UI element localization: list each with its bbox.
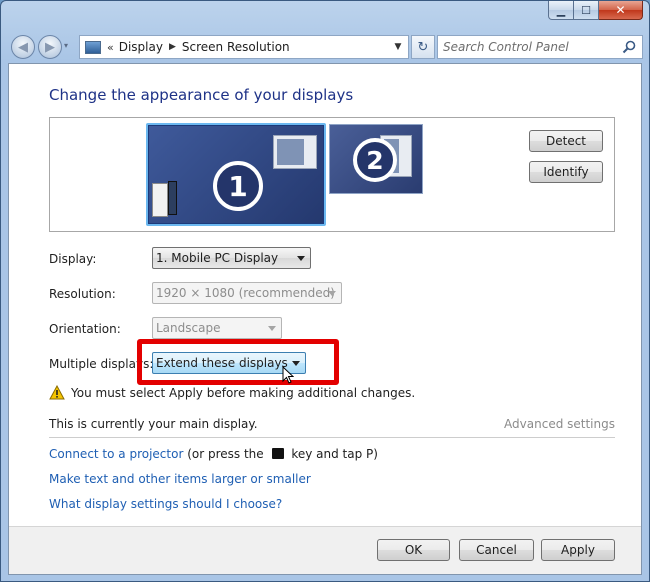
identify-button[interactable]: Identify: [529, 161, 603, 183]
detect-button[interactable]: Detect: [529, 130, 603, 152]
apply-button[interactable]: Apply: [541, 539, 615, 561]
display-settings-help-link[interactable]: What display settings should I choose?: [49, 497, 282, 511]
mouse-cursor-icon: [282, 366, 294, 384]
divider: [49, 437, 615, 438]
projector-hint-prefix: (or press the: [187, 447, 264, 461]
warning-icon: [49, 385, 65, 400]
breadcrumb-separator-icon[interactable]: ▶: [169, 42, 176, 52]
projector-row: Connect to a projector (or press the key…: [49, 447, 378, 461]
monitor-1[interactable]: 1: [146, 123, 326, 226]
display-label: Display:: [49, 252, 97, 266]
minimize-button[interactable]: ▁: [548, 1, 574, 20]
main-display-note: This is currently your main display.: [49, 417, 258, 431]
resolution-select-value: 1920 × 1080 (recommended): [156, 286, 335, 300]
content-pane: Change the appearance of your displays 1…: [8, 63, 642, 575]
orientation-select[interactable]: Landscape: [152, 317, 282, 339]
refresh-button[interactable]: ↻: [411, 35, 435, 59]
breadcrumb-display[interactable]: Display: [119, 40, 163, 54]
resolution-label: Resolution:: [49, 287, 116, 301]
desktop-sidebar-thumbnail: [168, 181, 177, 215]
forward-button[interactable]: ▶: [38, 35, 62, 59]
search-icon[interactable]: [622, 40, 636, 54]
maximize-button[interactable]: ☐: [574, 1, 599, 20]
navigation-bar: ◀ ▶ ▾ « Display ▶ Screen Resolution ▼ ↻ …: [9, 33, 643, 60]
text-size-link[interactable]: Make text and other items larger or smal…: [49, 472, 311, 486]
search-placeholder: Search Control Panel: [443, 40, 569, 54]
resolution-select[interactable]: 1920 × 1080 (recommended): [152, 282, 342, 304]
close-button[interactable]: ✕: [599, 1, 643, 20]
page-title: Change the appearance of your displays: [49, 86, 354, 104]
display-select[interactable]: 1. Mobile PC Display: [152, 247, 311, 269]
monitor-2[interactable]: 2: [329, 124, 423, 194]
projector-hint-suffix: key and tap P): [291, 447, 378, 461]
apply-warning-text: You must select Apply before making addi…: [71, 386, 416, 400]
connect-projector-link[interactable]: Connect to a projector: [49, 447, 183, 461]
chevron-down-icon: [328, 291, 336, 296]
display-select-value: 1. Mobile PC Display: [156, 251, 279, 265]
cancel-button[interactable]: Cancel: [459, 539, 534, 561]
monitor-arrangement: 1 2 Detect Identify: [49, 117, 615, 232]
orientation-select-value: Landscape: [156, 321, 221, 335]
monitor-number-badge: 2: [353, 138, 397, 182]
dialog-button-bar: OK Cancel Apply: [9, 526, 641, 574]
breadcrumb-screen-resolution[interactable]: Screen Resolution: [182, 40, 290, 54]
chevron-down-icon: [268, 326, 276, 331]
highlight-box: [137, 339, 339, 385]
recent-pages-dropdown[interactable]: ▾: [64, 41, 68, 50]
desktop-window-thumbnail: [273, 135, 317, 169]
orientation-label: Orientation:: [49, 322, 121, 336]
desktop-window-thumbnail: [152, 183, 168, 217]
back-button[interactable]: ◀: [11, 35, 35, 59]
windows-key-icon: [271, 448, 284, 459]
advanced-settings-link[interactable]: Advanced settings: [504, 417, 615, 431]
chevron-down-icon: [297, 256, 305, 261]
monitor-number-badge: 1: [213, 161, 263, 211]
search-input[interactable]: Search Control Panel: [437, 35, 643, 59]
ok-button[interactable]: OK: [377, 539, 450, 561]
screen-resolution-window: ▁ ☐ ✕ ◀ ▶ ▾ « Display ▶ Screen Resolutio…: [0, 0, 650, 582]
control-panel-icon: [85, 40, 101, 54]
address-bar[interactable]: « Display ▶ Screen Resolution ▼: [79, 35, 409, 59]
address-dropdown-icon[interactable]: ▼: [388, 36, 408, 58]
address-overflow-chevron[interactable]: «: [107, 41, 114, 54]
caption-buttons: ▁ ☐ ✕: [548, 1, 643, 21]
